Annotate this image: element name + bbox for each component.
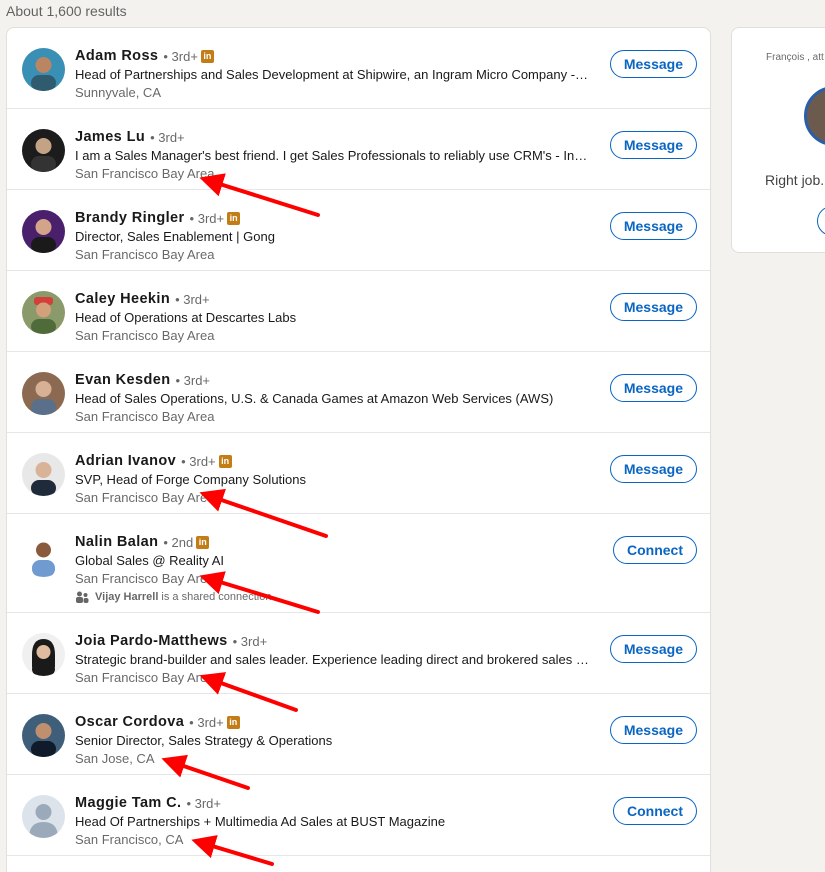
person-headline: Global Sales @ Reality AI <box>75 553 225 568</box>
person-headline: I am a Sales Manager's best friend. I ge… <box>75 148 590 163</box>
person-location: San Francisco Bay Area <box>75 571 215 586</box>
person-name[interactable]: Nalin Balan <box>75 534 158 550</box>
person-headline: Director, Sales Enablement | Gong <box>75 229 275 244</box>
linkedin-premium-icon: in <box>196 535 210 549</box>
person-name[interactable]: Brandy Ringler <box>75 210 185 226</box>
linkedin-premium-icon: in <box>226 715 240 729</box>
result-row: Brandy Ringler • 3rd+ in Director, Sales… <box>7 190 710 271</box>
person-location: San Francisco Bay Area <box>75 409 215 424</box>
person-location: San Francisco Bay Area <box>75 490 215 505</box>
avatar[interactable] <box>22 714 65 757</box>
person-name[interactable]: Maggie Tam C. <box>75 795 181 811</box>
person-name[interactable]: Adrian Ivanov <box>75 453 176 469</box>
connect-button[interactable]: Connect <box>613 536 697 564</box>
connect-button[interactable]: Connect <box>613 797 697 825</box>
message-button[interactable]: Message <box>609 455 697 483</box>
person-location: San Jose, CA <box>75 751 155 766</box>
result-row: James Lu • 3rd+ I am a Sales Manager's b… <box>7 109 710 190</box>
linkedin-premium-icon: in <box>200 49 214 63</box>
message-button[interactable]: Message <box>609 293 697 321</box>
person-name[interactable]: James Lu <box>75 129 145 145</box>
connection-degree: • 3rd+ <box>186 795 221 811</box>
ad-text: François , att <box>766 52 824 63</box>
side-ad-card: François , att Right job. <box>731 27 825 253</box>
avatar[interactable] <box>22 372 65 415</box>
connection-degree: • 3rd+ <box>181 453 216 469</box>
message-button[interactable]: Message <box>609 212 697 240</box>
result-row: Adam Ross • 3rd+ in Head of Partnerships… <box>7 28 710 109</box>
result-row: Evan Kesden • 3rd+ Head of Sales Operati… <box>7 352 710 433</box>
person-headline: Head of Operations at Descartes Labs <box>75 310 297 325</box>
results-count: About 1,600 results <box>6 3 127 19</box>
avatar[interactable] <box>22 534 65 577</box>
person-name[interactable]: Joia Pardo-Matthews <box>75 633 228 649</box>
message-button[interactable]: Message <box>609 374 697 402</box>
message-button[interactable]: Message <box>609 635 697 663</box>
avatar[interactable] <box>22 291 65 334</box>
person-name[interactable]: Adam Ross <box>75 48 158 64</box>
person-location: San Francisco Bay Area <box>75 247 215 262</box>
people-icon <box>76 591 89 603</box>
result-row: Adrian Ivanov • 3rd+ in SVP, Head of For… <box>7 433 710 514</box>
message-button[interactable]: Message <box>609 131 697 159</box>
message-button[interactable]: Message <box>609 716 697 744</box>
person-location: San Francisco Bay Area <box>75 670 215 685</box>
connection-degree: • 2nd <box>163 534 194 550</box>
person-headline: Senior Director, Sales Strategy & Operat… <box>75 733 333 748</box>
connection-degree: • 3rd+ <box>175 291 210 307</box>
person-headline: SVP, Head of Forge Company Solutions <box>75 472 307 487</box>
result-row: Joia Pardo-Matthews • 3rd+ Strategic bra… <box>7 613 710 694</box>
result-row: Nalin Balan • 2nd in Global Sales @ Real… <box>7 514 710 613</box>
person-name[interactable]: Evan Kesden <box>75 372 170 388</box>
result-row: Maggie Tam C. • 3rd+ Head Of Partnership… <box>7 775 710 856</box>
result-row: Caley Heekin • 3rd+ Head of Operations a… <box>7 271 710 352</box>
connection-degree: • 3rd+ <box>150 129 185 145</box>
person-name[interactable]: Caley Heekin <box>75 291 170 307</box>
linkedin-premium-icon: in <box>227 211 241 225</box>
person-name[interactable]: Oscar Cordova <box>75 714 184 730</box>
avatar[interactable] <box>22 633 65 676</box>
person-headline: Head Of Partnerships + Multimedia Ad Sal… <box>75 814 446 829</box>
ad-action-button[interactable] <box>817 206 825 236</box>
result-row: Oscar Cordova • 3rd+ in Senior Director,… <box>7 694 710 775</box>
avatar[interactable] <box>22 129 65 172</box>
avatar[interactable] <box>22 795 65 838</box>
ad-avatar[interactable] <box>804 86 825 146</box>
person-location: San Francisco Bay Area <box>75 166 215 181</box>
person-headline: Head of Sales Operations, U.S. & Canada … <box>75 391 554 406</box>
connection-degree: • 3rd+ <box>163 48 198 64</box>
person-location: San Francisco, CA <box>75 832 184 847</box>
search-results-list: Adam Ross • 3rd+ in Head of Partnerships… <box>6 27 711 872</box>
avatar[interactable] <box>22 453 65 496</box>
linkedin-premium-icon: in <box>218 454 232 468</box>
person-headline: Head of Partnerships and Sales Developme… <box>75 67 590 82</box>
message-button[interactable]: Message <box>609 50 697 78</box>
shared-connection-name[interactable]: Vijay Harrell <box>95 591 158 603</box>
person-location: San Francisco Bay Area <box>75 328 215 343</box>
shared-connection-text: is a shared connection <box>161 591 272 603</box>
connection-degree: • 3rd+ <box>175 372 211 388</box>
avatar[interactable] <box>22 48 65 91</box>
person-location: Sunnyvale, CA <box>75 85 161 100</box>
shared-connection[interactable]: Vijay Harrell is a shared connection <box>75 591 590 603</box>
connection-degree: • 3rd+ <box>189 714 224 730</box>
connection-degree: • 3rd+ <box>232 633 268 649</box>
ad-body-text: Right job. <box>765 172 825 188</box>
avatar[interactable] <box>22 210 65 253</box>
person-headline: Strategic brand-builder and sales leader… <box>75 652 590 667</box>
connection-degree: • 3rd+ <box>189 210 225 226</box>
